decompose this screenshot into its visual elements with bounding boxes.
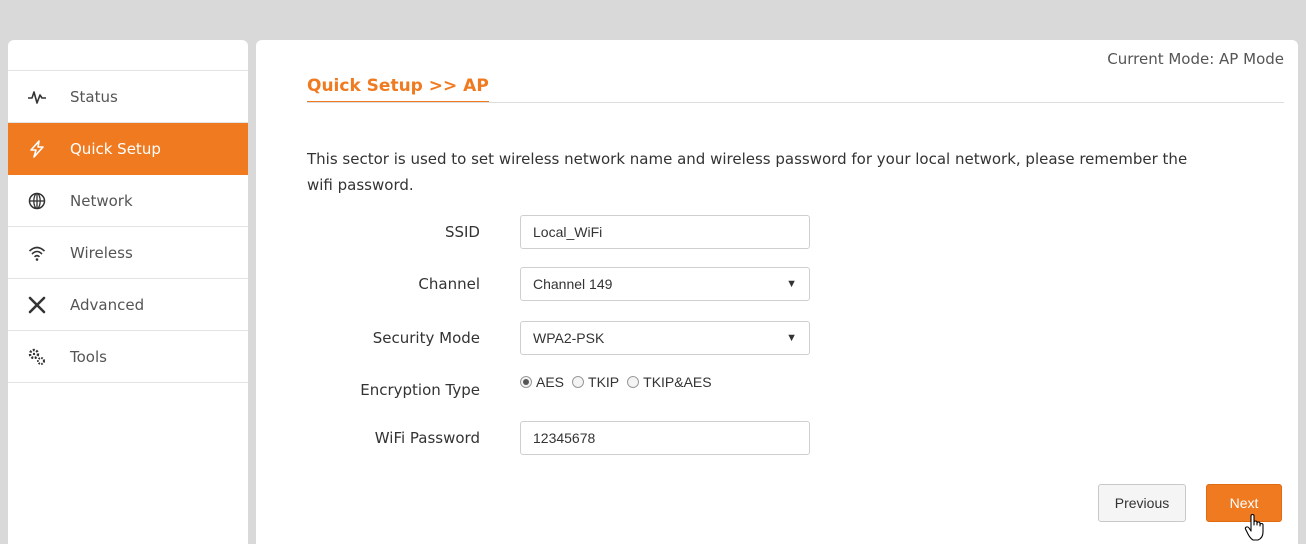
radio-unselected-icon (627, 376, 640, 388)
encryption-radio-group: AES TKIP TKIP&AES (520, 374, 720, 390)
description-text: This sector is used to set wireless netw… (307, 150, 1188, 194)
radio-unselected-icon (572, 376, 585, 388)
ssid-input[interactable] (520, 215, 810, 249)
security-label: Security Mode (372, 329, 480, 347)
sidebar-item-advanced[interactable]: Advanced (8, 279, 248, 331)
radio-tkip-aes[interactable]: TKIP&AES (627, 374, 712, 390)
radio-tkip[interactable]: TKIP (572, 374, 619, 390)
channel-select[interactable]: Channel 149 ▼ (520, 267, 810, 301)
title-divider (307, 102, 1284, 103)
channel-row: Channel Channel 149 ▼ (307, 266, 810, 302)
sidebar-item-status[interactable]: Status (8, 71, 248, 123)
sidebar: Status Quick Setup Network Wireless Adva… (8, 40, 248, 544)
dropdown-arrow-icon: ▼ (786, 278, 797, 290)
channel-label: Channel (418, 275, 480, 293)
sidebar-nav: Status Quick Setup Network Wireless Adva… (8, 70, 248, 383)
sidebar-item-wireless[interactable]: Wireless (8, 227, 248, 279)
globe-icon (26, 190, 48, 212)
password-label: WiFi Password (374, 429, 480, 447)
sidebar-item-quick-setup[interactable]: Quick Setup (8, 123, 248, 175)
sidebar-item-label: Advanced (70, 295, 145, 314)
hand-cursor-icon (1244, 514, 1264, 541)
encryption-label: Encryption Type (360, 381, 480, 399)
current-mode: Current Mode: AP Mode (1107, 50, 1284, 68)
ssid-row: SSID (307, 214, 810, 250)
sidebar-item-label: Tools (70, 347, 107, 366)
tools-cross-icon (26, 294, 48, 316)
radio-selected-icon (520, 376, 532, 388)
radio-tkip-label: TKIP (588, 374, 620, 390)
wifi-password-input[interactable] (520, 421, 810, 455)
pulse-icon (26, 86, 48, 108)
sidebar-item-tools[interactable]: Tools (8, 331, 248, 383)
radio-aes[interactable]: AES (520, 374, 564, 390)
sidebar-item-label: Network (70, 191, 133, 210)
sidebar-item-label: Wireless (70, 243, 133, 262)
wifi-icon (26, 242, 48, 264)
encryption-row: Encryption Type AES TKIP TKIP&AES (307, 372, 720, 408)
sidebar-item-label: Quick Setup (70, 139, 161, 158)
security-select[interactable]: WPA2-PSK ▼ (520, 321, 810, 355)
radio-tkip-aes-label: TKIP&AES (643, 374, 712, 390)
sidebar-item-label: Status (70, 87, 118, 106)
dropdown-arrow-icon: ▼ (786, 332, 797, 344)
channel-value: Channel 149 (533, 276, 613, 292)
password-row: WiFi Password (307, 420, 810, 456)
previous-button[interactable]: Previous (1098, 484, 1186, 522)
gears-icon (26, 346, 48, 368)
ssid-label: SSID (444, 223, 480, 241)
security-value: WPA2-PSK (533, 330, 605, 346)
radio-aes-label: AES (536, 374, 565, 390)
lightning-icon (26, 138, 48, 160)
sidebar-item-network[interactable]: Network (8, 175, 248, 227)
main-panel: Current Mode: AP Mode Quick Setup >> AP … (256, 40, 1298, 544)
security-row: Security Mode WPA2-PSK ▼ (307, 320, 810, 356)
page-title: Quick Setup >> AP (307, 76, 489, 103)
